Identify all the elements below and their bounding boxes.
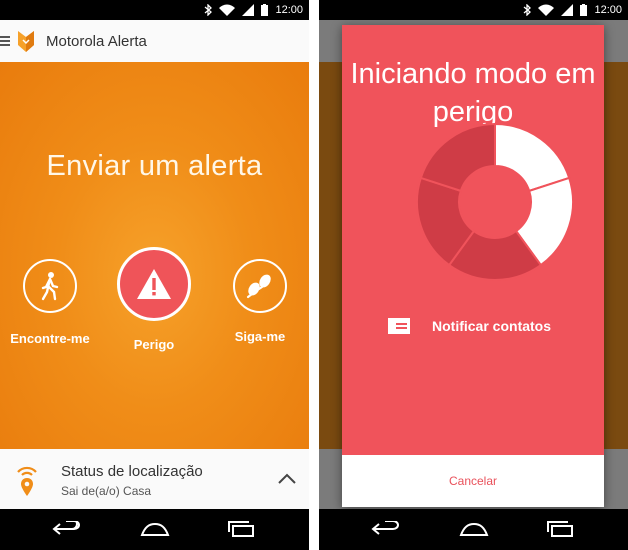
alert-panel: Enviar um alerta Encontre-me Perigo Siga… [0,62,309,449]
perigo-label: Perigo [133,337,175,352]
signal-icon [242,4,255,16]
back-icon[interactable] [52,521,82,537]
app-title: Motorola Alerta [46,32,147,50]
dialog-title: Iniciando modo em perigo [350,58,596,128]
hero-title: Enviar um alerta [46,150,263,182]
perigo-button[interactable]: Perigo [104,247,204,352]
bluetooth-icon [205,4,213,16]
siga-me-button[interactable]: Siga-me [210,247,309,344]
location-pin-wifi-icon [17,466,37,496]
recent-apps-icon[interactable] [227,521,255,537]
status-bar: 12:00 [0,0,309,20]
donut-segment-empty [419,122,496,193]
warning-triangle-icon [137,269,171,299]
footprints-icon [246,274,271,299]
progress-donut [416,122,574,281]
chevron-up-icon[interactable] [277,473,297,485]
walking-person-icon [41,272,59,301]
navigation-bar [0,509,309,550]
signal-icon [561,4,574,16]
location-status-subtitle: Sai de(a/o) Casa [61,484,152,498]
encontre-me-button[interactable]: Encontre-me [0,247,100,346]
message-icon [388,318,410,334]
bluetooth-icon [524,4,532,16]
recent-apps-icon[interactable] [546,521,574,537]
home-icon[interactable] [458,521,490,537]
phone-screen-main: 12:00 Motorola Alerta Enviar um alerta E… [0,0,309,550]
wifi-icon [538,4,555,16]
battery-icon [261,4,269,16]
clock: 12:00 [275,4,303,16]
danger-mode-dialog: Iniciando modo em perigo Notificar conta… [342,25,604,507]
siga-me-ring[interactable] [233,259,287,313]
phone-screen-danger-dialog: 12:00 Iniciando modo em perigo Notificar… [319,0,628,550]
back-icon[interactable] [371,521,401,537]
app-bar: Motorola Alerta [0,20,309,62]
notify-contacts-label: Notificar contatos [432,318,552,334]
siga-me-label: Siga-me [234,329,286,344]
notify-contacts-row: Notificar contatos [388,318,551,334]
encontre-me-ring[interactable] [23,259,77,313]
navigation-bar [319,509,628,550]
encontre-me-label: Encontre-me [10,331,90,346]
status-bar: 12:00 [319,0,628,20]
home-icon[interactable] [139,521,171,537]
perigo-ring[interactable] [117,247,191,321]
dialog-footer: Cancelar [342,455,604,507]
battery-icon [580,4,588,16]
location-status-panel[interactable]: Status de localização Sai de(a/o) Casa [0,449,309,509]
menu-icon[interactable] [0,36,10,46]
app-logo-icon [18,31,34,52]
location-status-title: Status de localização [61,463,203,480]
cancel-button[interactable]: Cancelar [449,474,497,488]
clock: 12:00 [594,4,622,16]
wifi-icon [219,4,236,16]
